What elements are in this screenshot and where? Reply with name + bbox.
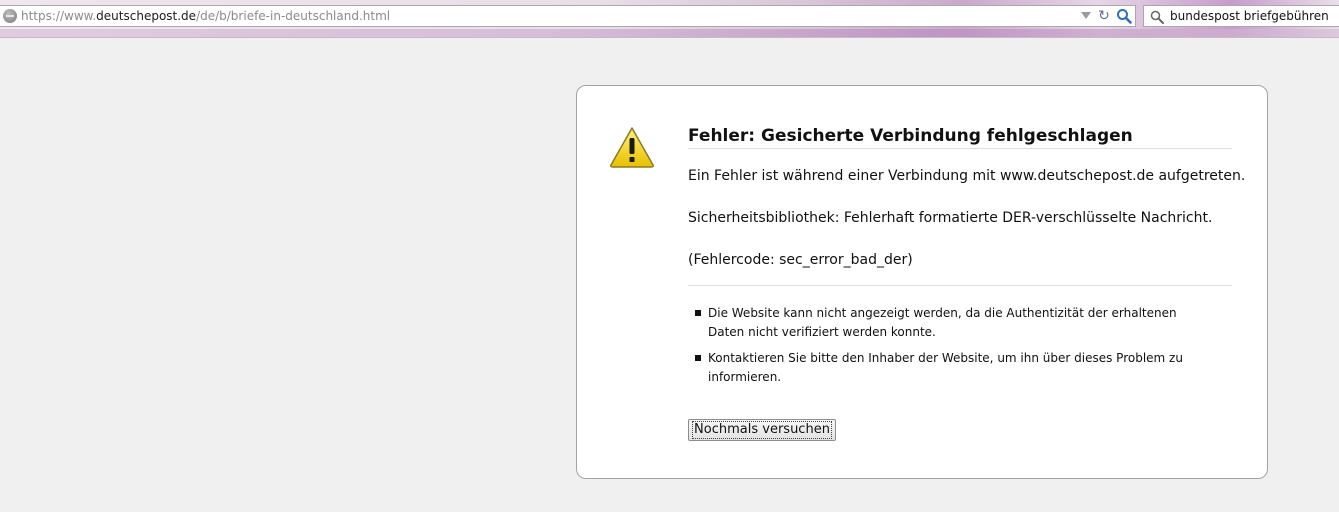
- retry-button-label: Nochmals versuchen: [692, 421, 832, 439]
- chevron-down-icon[interactable]: [1081, 12, 1091, 19]
- retry-button[interactable]: Nochmals versuchen: [688, 419, 836, 441]
- list-item: Die Website kann nicht angezeigt werden,…: [688, 304, 1188, 342]
- section-divider: [688, 285, 1232, 286]
- search-input[interactable]: bundespost briefgebühren: [1170, 9, 1329, 23]
- hint-text: Kontaktieren Sie bitte den Inhaber der W…: [708, 351, 1183, 384]
- error-detail: Sicherheitsbibliothek: Fehlerhaft format…: [688, 210, 1213, 226]
- url-text[interactable]: https://www.deutschepost.de/de/b/briefe-…: [21, 9, 390, 23]
- search-bar[interactable]: bundespost briefgebühren: [1143, 5, 1339, 27]
- url-host: deutschepost.de: [96, 9, 197, 23]
- error-panel: Fehler: Gesicherte Verbindung fehlgeschl…: [576, 85, 1268, 479]
- bullet-icon: [695, 310, 701, 316]
- magnifier-icon[interactable]: [1116, 8, 1132, 24]
- warning-triangle-icon: [609, 126, 655, 168]
- error-message: Ein Fehler ist während einer Verbindung …: [688, 168, 1246, 184]
- error-hint-list: Die Website kann nicht angezeigt werden,…: [688, 304, 1188, 394]
- reload-icon[interactable]: ↻: [1097, 9, 1111, 23]
- browser-toolbar: https://www.deutschepost.de/de/b/briefe-…: [0, 0, 1339, 38]
- list-item: Kontaktieren Sie bitte den Inhaber der W…: [688, 349, 1188, 387]
- url-bar[interactable]: https://www.deutschepost.de/de/b/briefe-…: [0, 5, 1136, 27]
- url-path: /de/b/briefe-in-deutschland.html: [196, 9, 391, 23]
- url-prefix: https://www.: [21, 9, 97, 23]
- error-code: (Fehlercode: sec_error_bad_der): [688, 252, 913, 268]
- bullet-icon: [695, 355, 701, 361]
- title-divider: [688, 148, 1232, 149]
- hint-text: Die Website kann nicht angezeigt werden,…: [708, 306, 1177, 339]
- error-title: Fehler: Gesicherte Verbindung fehlgeschl…: [688, 126, 1133, 146]
- search-icon[interactable]: [1150, 9, 1164, 24]
- globe-icon[interactable]: [3, 9, 17, 23]
